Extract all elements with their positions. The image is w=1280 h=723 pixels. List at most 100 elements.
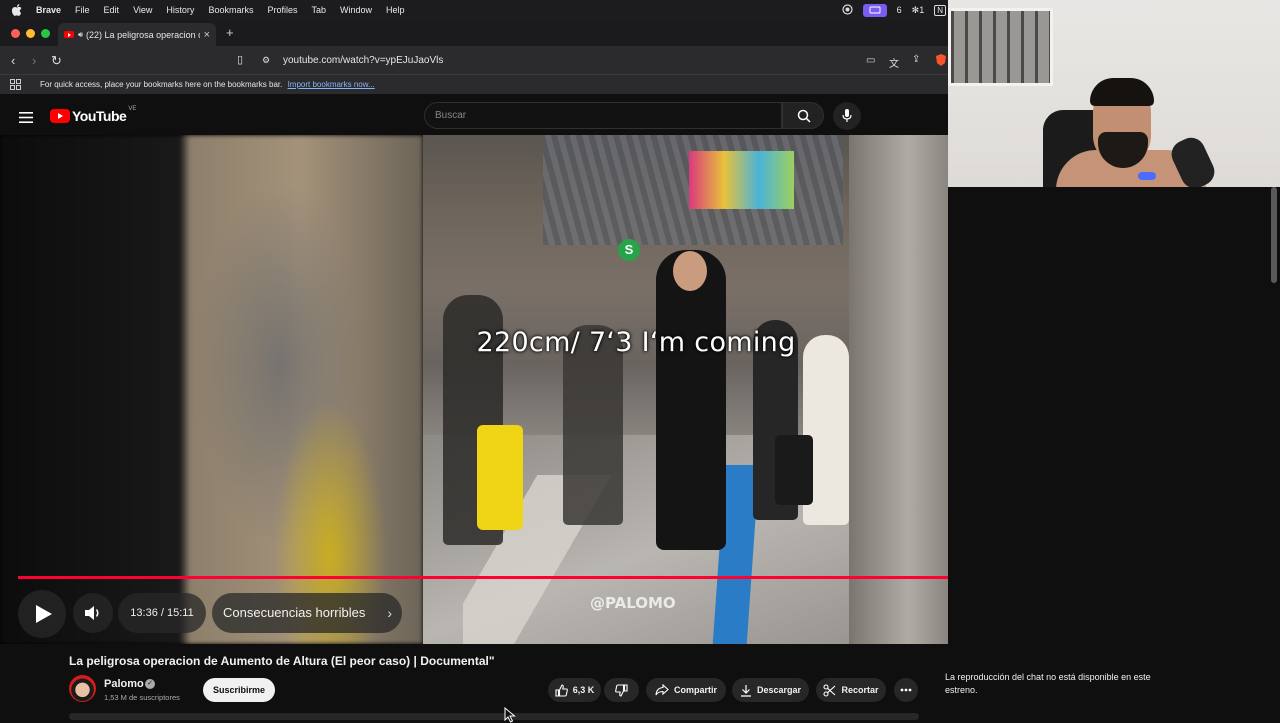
main-person-head bbox=[673, 251, 707, 291]
bookmarks-hint: For quick access, place your bookmarks h… bbox=[40, 80, 375, 89]
menu-window[interactable]: Window bbox=[340, 5, 372, 15]
clip-label: Recortar bbox=[841, 685, 879, 695]
share-page-icon[interactable]: ⇪ bbox=[912, 54, 920, 65]
subscribe-button[interactable]: Suscribirme bbox=[203, 678, 275, 702]
menu-app-name[interactable]: Brave bbox=[36, 5, 61, 15]
reload-icon[interactable]: ↻ bbox=[51, 53, 62, 69]
dislike-button[interactable] bbox=[604, 678, 639, 702]
microphone-icon bbox=[842, 109, 852, 122]
play-icon bbox=[36, 605, 52, 623]
import-bookmarks-link[interactable]: Import bookmarks now... bbox=[288, 80, 375, 89]
progress-played bbox=[18, 576, 948, 579]
browser-tab-active[interactable]: 🔊︎ (22) La peligrosa operacion de Aument… bbox=[58, 23, 216, 46]
youtube-logo[interactable]: YouTube VE bbox=[50, 106, 137, 124]
menu-tab[interactable]: Tab bbox=[311, 5, 326, 15]
video-title: La peligrosa operacion de Aumento de Alt… bbox=[69, 654, 495, 668]
page-scrollbar[interactable] bbox=[1271, 187, 1277, 283]
translate-icon[interactable]: 文 bbox=[889, 55, 899, 70]
blurred-backdrop-right bbox=[849, 135, 948, 644]
chevron-right-icon: › bbox=[387, 605, 392, 621]
menu-bookmarks[interactable]: Bookmarks bbox=[208, 5, 253, 15]
clip-button[interactable]: Recortar bbox=[816, 678, 886, 702]
cast-icon[interactable]: ▭ bbox=[866, 55, 875, 66]
url-field[interactable]: youtube.com/watch?v=ypEJuJaoVls bbox=[283, 55, 443, 66]
volume-icon bbox=[85, 606, 99, 620]
speaker-icon[interactable]: 🔊︎ bbox=[78, 30, 83, 40]
brave-shield-icon[interactable] bbox=[935, 53, 947, 70]
download-button[interactable]: Descargar bbox=[732, 678, 809, 702]
search-button[interactable] bbox=[782, 102, 824, 129]
menu-edit[interactable]: Edit bbox=[104, 5, 120, 15]
tab-title: (22) La peligrosa operacion de Aumento d… bbox=[86, 29, 200, 40]
status-area: 6 ✻1 N bbox=[842, 0, 946, 20]
menu-profiles[interactable]: Profiles bbox=[267, 5, 297, 15]
thumbs-up-icon bbox=[555, 683, 568, 697]
youtube-logo-text: YouTube bbox=[72, 108, 127, 124]
back-icon[interactable]: ‹ bbox=[11, 53, 15, 68]
share-button[interactable]: Compartir bbox=[646, 678, 726, 702]
black-suitcase bbox=[775, 435, 813, 505]
main-person bbox=[656, 250, 726, 550]
video-frame: S bbox=[423, 135, 849, 644]
s-bahn-sign: S bbox=[618, 239, 640, 261]
billboard bbox=[689, 151, 794, 209]
menu-hamburger-icon[interactable] bbox=[19, 110, 33, 128]
mouse-cursor-icon bbox=[504, 707, 516, 723]
chapter-button[interactable]: Consecuencias horribles › bbox=[212, 593, 402, 633]
forward-icon[interactable]: › bbox=[32, 53, 36, 68]
like-button[interactable]: 6,3 K bbox=[548, 678, 601, 702]
menu-help[interactable]: Help bbox=[386, 5, 405, 15]
tab-close-icon[interactable]: × bbox=[204, 29, 210, 41]
chat-unavailable-note: La reproducción del chat no está disponi… bbox=[945, 672, 1151, 695]
bookmarks-bar: For quick access, place your bookmarks h… bbox=[0, 74, 948, 94]
more-actions-button[interactable] bbox=[894, 678, 918, 702]
search-icon bbox=[797, 109, 811, 123]
apps-grid-icon[interactable] bbox=[10, 79, 21, 92]
menu-history[interactable]: History bbox=[166, 5, 194, 15]
blue-led bbox=[1138, 172, 1156, 180]
youtube-favicon-icon bbox=[64, 31, 74, 38]
share-icon bbox=[655, 684, 669, 696]
channel-name[interactable]: Palomo bbox=[104, 678, 144, 690]
chat-panel bbox=[1088, 187, 1280, 644]
video-player[interactable]: S 220cm/ 7‘3 I‘m coming @PALOMO 13:36 / … bbox=[0, 135, 948, 644]
video-info: La peligrosa operacion de Aumento de Alt… bbox=[0, 644, 948, 720]
share-label: Compartir bbox=[673, 685, 717, 695]
window-close-button[interactable] bbox=[11, 29, 20, 38]
yellow-suitcase bbox=[477, 425, 523, 530]
youtube-header: YouTube VE Buscar bbox=[0, 96, 948, 135]
bookmark-icon[interactable]: ▯ bbox=[237, 53, 243, 66]
browser-tab-strip: 🔊︎ (22) La peligrosa operacion de Aument… bbox=[0, 20, 948, 46]
address-bar-row: ‹ › ↻ ▯ ⚙︎ youtube.com/watch?v=ypEJuJaoV… bbox=[0, 46, 948, 74]
window-zoom-button[interactable] bbox=[41, 29, 50, 38]
status-count[interactable]: 6 bbox=[897, 5, 902, 15]
chapter-title: Consecuencias horribles bbox=[223, 605, 366, 620]
apple-icon[interactable] bbox=[12, 4, 26, 16]
status-circle-icon[interactable] bbox=[842, 3, 853, 17]
window-minimize-button[interactable] bbox=[26, 29, 35, 38]
streamer-hair bbox=[1090, 78, 1154, 106]
site-settings-icon[interactable]: ⚙︎ bbox=[262, 55, 270, 66]
download-icon bbox=[740, 684, 751, 697]
youtube-logo-icon bbox=[50, 109, 70, 123]
status-extra[interactable]: ✻1 bbox=[912, 5, 925, 16]
progress-bar[interactable] bbox=[18, 576, 948, 579]
macos-menu-bar: Brave File Edit View History Bookmarks P… bbox=[0, 0, 948, 20]
screen-share-icon[interactable] bbox=[862, 3, 887, 17]
subscriber-count: 1,53 M de suscriptores bbox=[104, 693, 180, 702]
play-button[interactable] bbox=[18, 590, 66, 638]
time-display: 13:36 / 15:11 bbox=[118, 593, 206, 633]
search-input[interactable]: Buscar bbox=[424, 102, 782, 129]
new-tab-icon[interactable]: + bbox=[226, 25, 234, 40]
thumbs-down-icon bbox=[615, 683, 628, 697]
video-watermark: @PALOMO bbox=[590, 594, 676, 612]
menu-file[interactable]: File bbox=[75, 5, 90, 15]
description-box-edge[interactable] bbox=[69, 713, 919, 720]
youtube-region: VE bbox=[128, 106, 137, 112]
download-label: Descargar bbox=[756, 685, 802, 695]
notion-icon[interactable]: N bbox=[934, 4, 946, 16]
voice-search-button[interactable] bbox=[833, 102, 861, 130]
menu-view[interactable]: View bbox=[133, 5, 152, 15]
channel-avatar[interactable] bbox=[69, 675, 96, 702]
volume-button[interactable] bbox=[73, 593, 113, 633]
